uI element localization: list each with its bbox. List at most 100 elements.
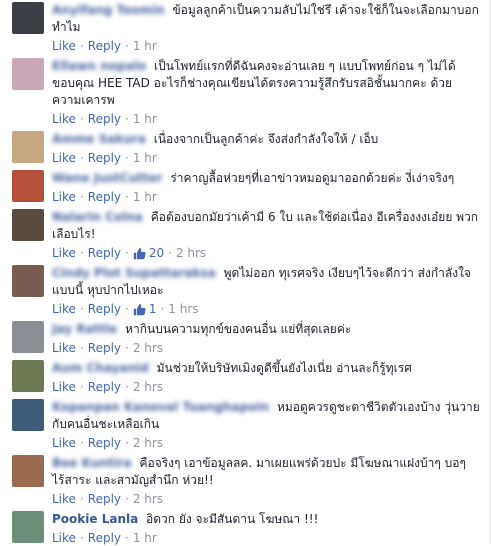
avatar[interactable]: [12, 209, 44, 241]
comment-author[interactable]: Bee Kuntira: [52, 456, 132, 470]
like-button[interactable]: Like: [52, 435, 76, 451]
comment-actions: Like · Reply · 2 hrs: [52, 491, 480, 507]
like-button[interactable]: Like: [52, 379, 76, 395]
reply-button[interactable]: Reply: [88, 189, 121, 205]
separator: ·: [125, 151, 129, 165]
comment-actions: Like · Reply · 2 hrs: [52, 340, 480, 356]
comment-text: มันช่วยให้บริษัทเมิงดูดีขึ้นยังไงเนี่ย อ…: [156, 361, 412, 375]
comment-body: Bee Kuntira คือจริงๆ เอาข้อมูลลค. มาเผยแ…: [52, 455, 480, 507]
comment-timestamp[interactable]: 1 hr: [133, 150, 157, 166]
comment-actions: Like · Reply · 1 hr: [52, 150, 480, 166]
comment-timestamp[interactable]: 2 hrs: [133, 379, 163, 395]
like-button[interactable]: Like: [52, 301, 76, 317]
avatar[interactable]: [12, 399, 44, 431]
avatar[interactable]: [12, 2, 44, 34]
avatar[interactable]: [12, 265, 44, 297]
separator: ·: [79, 492, 84, 506]
like-button[interactable]: Like: [52, 340, 76, 356]
comment-body: Amme Sakura เนื่องจากเป็นลูกค้าค่ะ จึงส่…: [52, 131, 480, 166]
comment-actions: Like · Reply · 1 hr: [52, 189, 480, 205]
comment-text: หากินบนความทุกข์ของคนอื่น แย่ที่สุดเลยค่…: [125, 322, 352, 336]
reply-button[interactable]: Reply: [88, 379, 121, 395]
comment-author[interactable]: Anyifang Toomin: [52, 3, 165, 17]
comment-actions: Like · Reply · 1 · 1 hrs: [52, 301, 480, 317]
like-count-value: 1: [148, 302, 157, 316]
like-count-value: 20: [148, 246, 165, 260]
comment-timestamp[interactable]: 1 hr: [133, 189, 157, 205]
comment-body: Nalarin Colna คือต้องบอกมัยว่าเค้ามี 6 ใ…: [52, 209, 480, 261]
comment-item: Cindy Plot Supattaraksa พูดไม่ออก ทุเรศจ…: [12, 265, 480, 317]
reply-button[interactable]: Reply: [88, 435, 121, 451]
comment-timestamp[interactable]: 1 hrs: [168, 301, 198, 317]
like-button[interactable]: Like: [52, 150, 76, 166]
comment-content: Cindy Plot Supattaraksa พูดไม่ออก ทุเรศจ…: [52, 265, 480, 299]
comment-timestamp[interactable]: 1 hr: [133, 38, 157, 54]
comment-author[interactable]: Wane JustCutter: [52, 171, 163, 185]
comment-author[interactable]: Amme Sakura: [52, 132, 146, 146]
comment-list: Anyifang Toomin ข้อมูลลูกค้าเป็นความลับไ…: [12, 2, 480, 546]
comment-timestamp[interactable]: 2 hrs: [176, 245, 206, 261]
comment-text: เนื่องจากเป็นลูกค้าค่ะ จึงส่งกำลังใจให้ …: [153, 132, 379, 146]
separator: ·: [125, 380, 129, 394]
reply-button[interactable]: Reply: [88, 301, 121, 317]
avatar[interactable]: [12, 131, 44, 163]
comment-author[interactable]: Jay Rattle: [52, 322, 117, 336]
comment-actions: Like · Reply · 1 hr: [52, 111, 480, 127]
comment-actions: Like · Reply · 2 hrs: [52, 379, 480, 395]
comment-item: Amme Sakura เนื่องจากเป็นลูกค้าค่ะ จึงส่…: [12, 131, 480, 166]
separator: ·: [125, 492, 129, 506]
comment-author[interactable]: Kopanpan Kanoval Tuanghapoin: [52, 400, 269, 414]
separator: ·: [125, 190, 129, 204]
like-button[interactable]: Like: [52, 111, 76, 127]
comment-text: ร่าคาญลื้อห่วยๆที่เอาข่าวหมอดูมาออกด้วยค…: [170, 171, 455, 185]
reply-button[interactable]: Reply: [88, 38, 121, 54]
like-button[interactable]: Like: [52, 491, 76, 507]
reply-button[interactable]: Reply: [88, 340, 121, 356]
separator: ·: [79, 112, 84, 126]
separator: ·: [79, 380, 84, 394]
comment-author[interactable]: Aum Chayanid: [52, 361, 149, 375]
comment-author[interactable]: Pookie Lanla: [52, 512, 138, 526]
comment-author[interactable]: Cindy Plot Supattaraksa: [52, 266, 216, 280]
separator: ·: [125, 112, 129, 126]
avatar[interactable]: [12, 321, 44, 353]
like-count[interactable]: 20: [133, 245, 164, 261]
like-button[interactable]: Like: [52, 245, 76, 261]
separator: ·: [79, 39, 84, 53]
avatar[interactable]: [12, 455, 44, 487]
reply-button[interactable]: Reply: [88, 150, 121, 166]
comment-author[interactable]: Ellawn nopalo: [52, 59, 146, 73]
comment-timestamp[interactable]: 2 hrs: [133, 491, 163, 507]
separator: ·: [125, 302, 129, 316]
separator: ·: [79, 246, 84, 260]
reply-button[interactable]: Reply: [88, 491, 121, 507]
comment-timestamp[interactable]: 1 hr: [133, 111, 157, 127]
separator: ·: [79, 436, 84, 450]
avatar[interactable]: [12, 511, 44, 543]
reply-button[interactable]: Reply: [88, 111, 121, 127]
like-count[interactable]: 1: [133, 301, 157, 317]
comment-content: Nalarin Colna คือต้องบอกมัยว่าเค้ามี 6 ใ…: [52, 209, 480, 243]
separator: ·: [79, 190, 84, 204]
comment-timestamp[interactable]: 2 hrs: [133, 340, 163, 356]
comment-body: Aum Chayanid มันช่วยให้บริษัทเมิงดูดีขึ้…: [52, 360, 480, 395]
like-button[interactable]: Like: [52, 189, 76, 205]
thumbs-up-icon: [133, 303, 146, 315]
separator: ·: [125, 39, 129, 53]
comment-body: Cindy Plot Supattaraksa พูดไม่ออก ทุเรศจ…: [52, 265, 480, 317]
avatar[interactable]: [12, 360, 44, 392]
like-button[interactable]: Like: [52, 38, 76, 54]
comment-author[interactable]: Nalarin Colna: [52, 210, 143, 224]
separator: ·: [79, 341, 84, 355]
separator: ·: [168, 246, 172, 260]
thumbs-up-icon: [133, 247, 146, 259]
comment-actions: Like · Reply · 20 · 2 hrs: [52, 245, 480, 261]
comment-body: Ellawn nopalo เป็นโพทย์แรกที่ดีฉันคงจะอ่…: [52, 58, 480, 127]
avatar[interactable]: [12, 58, 44, 90]
comment-text: อิดวก ยัง จะมีสันดาน โฆษณา !!!: [146, 512, 319, 526]
reply-button[interactable]: Reply: [88, 245, 121, 261]
avatar[interactable]: [12, 170, 44, 202]
comment-item: Bee Kuntira คือจริงๆ เอาข้อมูลลค. มาเผยแ…: [12, 455, 480, 507]
comment-thread: Anyifang Toomin ข้อมูลลูกค้าเป็นความลับไ…: [0, 0, 491, 546]
comment-timestamp[interactable]: 2 hrs: [133, 435, 163, 451]
